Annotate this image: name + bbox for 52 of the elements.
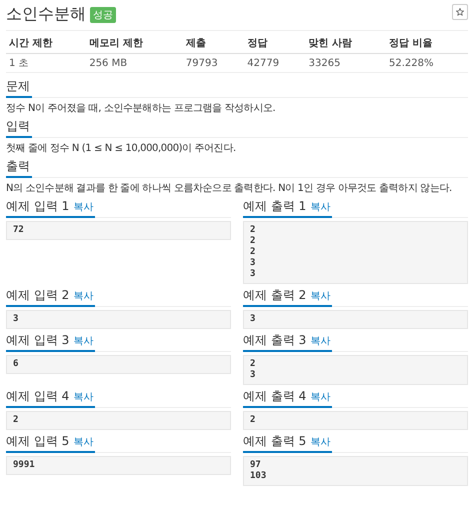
copy-link[interactable]: 복사 bbox=[310, 435, 330, 449]
table-header-cell: 맞힌 사람 bbox=[306, 33, 386, 54]
section-heading: 출력 bbox=[6, 158, 30, 175]
example-heading: 예제 출력 5 bbox=[243, 433, 306, 450]
example-heading: 예제 출력 2 bbox=[243, 287, 306, 304]
table-header-cell: 제출 bbox=[182, 33, 244, 54]
copy-link[interactable]: 복사 bbox=[73, 435, 94, 449]
copy-link[interactable]: 복사 bbox=[310, 334, 330, 348]
sample-data-box: 2 bbox=[6, 411, 231, 430]
example-heading: 예제 입력 5 bbox=[6, 433, 70, 450]
sample-data-box: 3 bbox=[6, 310, 231, 329]
copy-link[interactable]: 복사 bbox=[73, 289, 94, 303]
star-button[interactable] bbox=[452, 4, 468, 20]
example-heading: 예제 출력 1 bbox=[243, 198, 306, 215]
table-cell: 42779 bbox=[244, 54, 306, 72]
table-header-cell: 정답 bbox=[244, 33, 306, 54]
table-header-cell: 시간 제한 bbox=[6, 33, 86, 54]
section-text: N의 소인수분해 결과를 한 줄에 하나씩 오름차순으로 출력한다. N이 1인 경우 아무것도 출력하지 않는다. bbox=[6, 182, 453, 195]
table-cell: 33265 bbox=[306, 54, 386, 72]
copy-link[interactable]: 복사 bbox=[73, 334, 94, 348]
table-header-cell: 메모리 제한 bbox=[86, 33, 183, 54]
copy-link[interactable]: 복사 bbox=[73, 200, 94, 214]
sample-data-box: 72 bbox=[6, 221, 231, 240]
example-heading: 예제 입력 1 bbox=[6, 198, 70, 215]
copy-link[interactable]: 복사 bbox=[310, 289, 330, 303]
sample-data-box: 3 bbox=[243, 310, 468, 329]
status-badge: 성공 bbox=[90, 6, 116, 22]
sample-data-box: 2 2 2 3 3 bbox=[243, 221, 468, 284]
section-heading: 입력 bbox=[6, 118, 30, 135]
sample-data-box: 2 3 bbox=[243, 355, 468, 385]
section-heading: 문제 bbox=[6, 78, 30, 95]
problem-title: 소인수분해 bbox=[6, 4, 86, 25]
star-icon bbox=[456, 8, 464, 16]
example-heading: 예제 입력 2 bbox=[6, 287, 70, 304]
table-cell: 1 초 bbox=[6, 54, 86, 72]
table-header-cell: 정답 비율 bbox=[386, 33, 468, 54]
example-heading: 예제 출력 4 bbox=[243, 388, 306, 405]
copy-link[interactable]: 복사 bbox=[310, 200, 330, 214]
table-cell: 52.228% bbox=[386, 54, 468, 72]
example-heading: 예제 출력 3 bbox=[243, 332, 306, 349]
section-text: 첫째 줄에 정수 N (1 ≤ N ≤ 10,000,000)이 주어진다. bbox=[6, 142, 237, 155]
sample-data-box: 6 bbox=[6, 355, 231, 374]
section-text: 정수 N이 주어졌을 때, 소인수분해하는 프로그램을 작성하시오. bbox=[6, 102, 276, 115]
sample-data-box: 97 103 bbox=[243, 456, 468, 486]
example-heading: 예제 입력 4 bbox=[6, 388, 70, 405]
copy-link[interactable]: 복사 bbox=[73, 390, 94, 404]
example-heading: 예제 입력 3 bbox=[6, 332, 70, 349]
copy-link[interactable]: 복사 bbox=[310, 390, 330, 404]
sample-data-box: 9991 bbox=[6, 456, 231, 475]
table-cell: 256 MB bbox=[86, 54, 183, 72]
table-cell: 79793 bbox=[182, 54, 244, 72]
sample-data-box: 2 bbox=[243, 411, 468, 430]
